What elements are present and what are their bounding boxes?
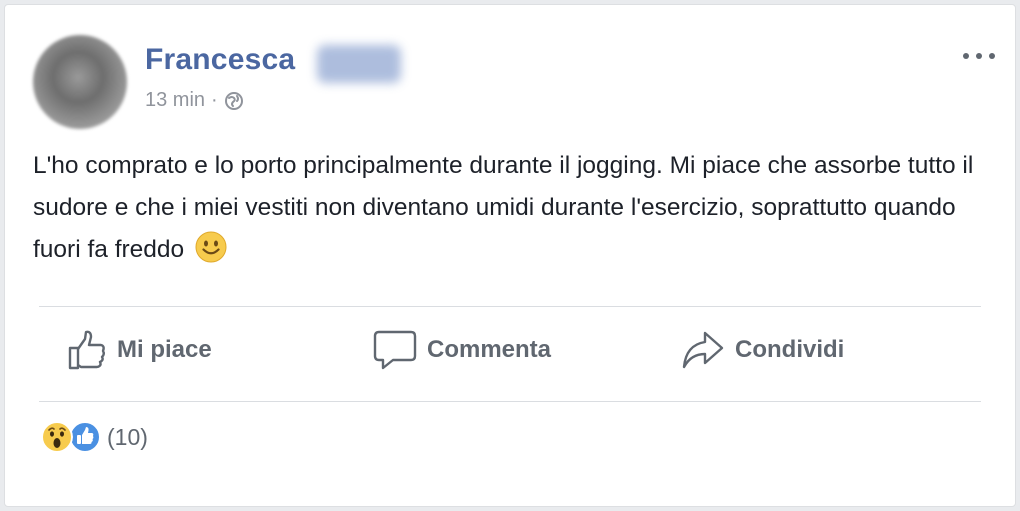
reactions-summary[interactable]: (10) [41,421,148,453]
smiling-face-emoji-icon [195,231,227,263]
thumbs-up-icon [68,330,105,370]
like-label: Mi piace [117,336,212,363]
author-surname-redacted [317,45,401,83]
avatar[interactable] [33,35,127,129]
post-timestamp[interactable]: 13 min [145,89,205,112]
author-name[interactable]: Francesca [145,43,295,77]
like-button[interactable]: Mi piace [67,325,212,375]
like-reaction-icon [69,421,101,453]
post-card: Francesca 13 min · L'ho comprato e lo po… [4,4,1016,507]
post-text: L'ho comprato e lo porto principalmente … [33,152,974,263]
share-label: Condividi [735,336,845,363]
divider [39,306,981,307]
comment-button[interactable]: Commenta [373,325,551,375]
more-options-icon[interactable] [963,49,995,63]
wow-reaction-icon [41,421,73,453]
share-arrow-icon [682,331,724,369]
globe-icon[interactable] [224,91,244,111]
comment-bubble-icon [373,330,417,370]
share-button[interactable]: Condividi [681,325,844,375]
post-text-container: L'ho comprato e lo porto principalmente … [33,145,993,271]
reaction-count: (10) [107,423,148,450]
comment-label: Commenta [427,336,552,363]
meta-separator: · [211,89,218,111]
divider [39,401,981,402]
post-meta: 13 min · [145,89,244,112]
